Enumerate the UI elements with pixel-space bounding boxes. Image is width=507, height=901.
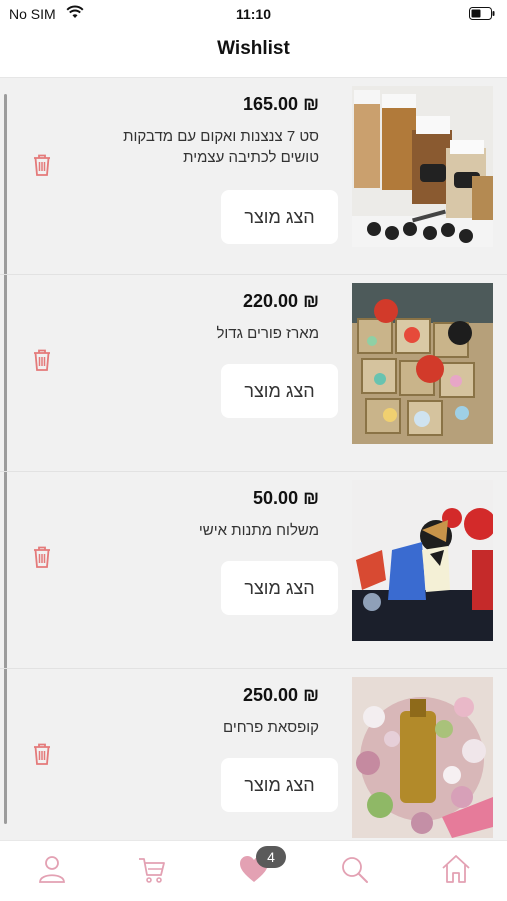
page-title: Wishlist	[217, 38, 290, 59]
product-title: סט 7 צנצנות ואקום עם מדבקות טושים לכתיבה…	[123, 128, 319, 166]
product-price: ₪ 220.00	[243, 291, 319, 311]
product-image[interactable]	[352, 480, 493, 641]
trash-icon[interactable]	[31, 348, 53, 372]
status-bar: No SIM 11:10	[0, 0, 507, 28]
view-product-button[interactable]: הצג מוצר	[221, 561, 338, 615]
wishlist-item: ₪ 50.00 משלוח מתנות אישי הצג מוצר	[0, 472, 507, 669]
trash-icon[interactable]	[31, 545, 53, 569]
tab-bar	[0, 840, 507, 901]
view-product-button[interactable]: הצג מוצר	[221, 758, 338, 812]
wishlist-item: ₪ 165.00 סט 7 צנצנות ואקום עם מדבקות טוש…	[0, 78, 507, 275]
clock: 11:10	[235, 6, 272, 22]
view-product-button[interactable]: הצג מוצר	[221, 364, 338, 418]
battery-icon	[469, 7, 495, 20]
product-price: ₪ 50.00	[253, 488, 319, 508]
product-price: ₪ 250.00	[243, 685, 319, 705]
product-price: ₪ 165.00	[243, 94, 319, 114]
wishlist-item: ₪ 250.00 קופסאת פרחים הצג מוצר	[0, 669, 507, 840]
search-icon[interactable]	[338, 853, 370, 885]
product-image[interactable]	[352, 677, 493, 838]
home-icon[interactable]	[440, 853, 472, 885]
wishlist-list[interactable]: ₪ 165.00 סט 7 צנצנות ואקום עם מדבקות טוש…	[0, 78, 507, 840]
product-title: מארז פורים גדול	[216, 325, 319, 342]
view-product-button[interactable]: הצג מוצר	[221, 190, 338, 244]
product-title: משלוח מתנות אישי	[198, 522, 319, 539]
wishlist-item: ₪ 220.00 מארז פורים גדול הצג מוצר	[0, 275, 507, 472]
product-title: קופסאת פרחים	[222, 719, 319, 736]
cart-icon[interactable]	[136, 853, 168, 885]
user-icon[interactable]	[36, 853, 68, 885]
trash-icon[interactable]	[31, 153, 53, 177]
product-image[interactable]	[352, 86, 493, 247]
wishlist-count-badge: 4	[256, 846, 286, 868]
product-image[interactable]	[352, 283, 493, 444]
trash-icon[interactable]	[31, 742, 53, 766]
